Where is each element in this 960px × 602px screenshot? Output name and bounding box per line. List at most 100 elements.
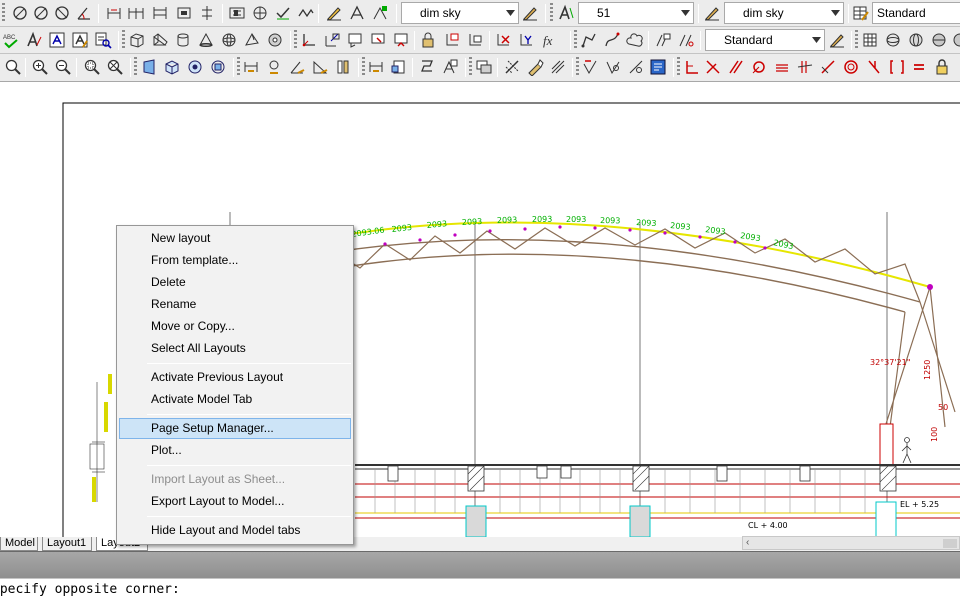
menu-item-hide-layout-and-model-tabs[interactable]: Hide Layout and Model tabs xyxy=(119,520,351,541)
zoom-extents-icon[interactable] xyxy=(105,57,125,77)
mirror-icon[interactable] xyxy=(726,57,746,77)
menu-item-activate-previous-layout[interactable]: Activate Previous Layout xyxy=(119,367,351,388)
ucs-zaxis-icon[interactable] xyxy=(442,30,462,50)
dim-linear2-icon[interactable] xyxy=(241,57,261,77)
box-icon[interactable] xyxy=(127,30,147,50)
scrollbar-thumb[interactable] xyxy=(943,539,957,548)
ucs-3point-icon[interactable] xyxy=(465,30,485,50)
match-prop-icon[interactable] xyxy=(548,57,568,77)
dim-radius-icon[interactable] xyxy=(333,57,353,77)
tolerance-icon[interactable] xyxy=(174,3,194,23)
measure-icon[interactable] xyxy=(580,57,600,77)
menu-item-page-setup-manager[interactable]: Page Setup Manager... xyxy=(119,418,351,439)
ucs-object-icon[interactable] xyxy=(345,30,365,50)
dim-linear-icon[interactable] xyxy=(150,3,170,23)
chevron-down-icon[interactable] xyxy=(503,3,518,23)
menu-item-from-template[interactable]: From template... xyxy=(119,250,351,271)
dim-baseline-icon[interactable] xyxy=(104,3,124,23)
table-style-icon[interactable] xyxy=(851,3,871,23)
view-grid-icon[interactable] xyxy=(860,30,880,50)
tablestyle-combo[interactable]: Standard xyxy=(705,29,825,51)
view-iso-icon[interactable] xyxy=(185,57,205,77)
ucs-view-icon[interactable] xyxy=(391,30,411,50)
ucs-x-icon[interactable] xyxy=(493,30,513,50)
ucs-origin-icon[interactable] xyxy=(418,30,438,50)
toolbar-grip[interactable] xyxy=(2,3,5,23)
shade-realistic-icon[interactable] xyxy=(906,30,926,50)
dim-update-icon[interactable] xyxy=(324,3,344,23)
chevron-down-icon[interactable] xyxy=(828,3,843,23)
toolbar-grip[interactable] xyxy=(550,3,553,23)
zoom-out-icon[interactable] xyxy=(53,57,73,77)
ucs-world-icon[interactable] xyxy=(322,30,342,50)
erase-icon[interactable] xyxy=(682,57,702,77)
toolbar-grip[interactable] xyxy=(134,57,137,77)
polyline-icon[interactable] xyxy=(579,30,599,50)
circle-icon[interactable] xyxy=(31,3,51,23)
stretch-icon[interactable] xyxy=(864,57,884,77)
equal-icon[interactable] xyxy=(909,57,929,77)
dimstyle-icon[interactable] xyxy=(347,3,367,23)
zoom-in-icon[interactable] xyxy=(30,57,50,77)
wedge-icon[interactable] xyxy=(150,30,170,50)
toolbar-grip[interactable] xyxy=(122,30,125,50)
cone-icon[interactable] xyxy=(196,30,216,50)
layer-freeze-icon[interactable] xyxy=(525,57,545,77)
insert-icon[interactable] xyxy=(389,57,409,77)
hatch-icon[interactable] xyxy=(417,57,437,77)
dim-ordinate-icon[interactable] xyxy=(310,57,330,77)
menu-item-import-layout-as-sheet[interactable]: Import Layout as Sheet... xyxy=(119,469,351,490)
text-edit-icon[interactable] xyxy=(70,30,90,50)
view-front-icon[interactable] xyxy=(139,57,159,77)
tab-model[interactable]: Model xyxy=(0,537,38,551)
chevron-down-icon[interactable] xyxy=(678,3,693,23)
revcloud-icon[interactable] xyxy=(625,30,645,50)
menu-item-activate-model-tab[interactable]: Activate Model Tab xyxy=(119,389,351,410)
lock-icon[interactable] xyxy=(932,57,952,77)
rotate-icon[interactable] xyxy=(818,57,838,77)
jogged-icon[interactable] xyxy=(250,3,270,23)
render-icon[interactable] xyxy=(676,30,696,50)
menu-item-new-layout[interactable]: New layout xyxy=(119,228,351,249)
horizontal-scrollbar[interactable]: ‹ xyxy=(742,536,960,550)
properties-icon[interactable] xyxy=(648,57,668,77)
dimstyle-manager-icon[interactable] xyxy=(520,3,540,23)
move-icon[interactable] xyxy=(795,57,815,77)
ucs-face-icon[interactable] xyxy=(368,30,388,50)
toolbar-grip[interactable] xyxy=(576,57,579,77)
spell-check-icon[interactable]: ABC xyxy=(1,30,21,50)
menu-item-rename[interactable]: Rename xyxy=(119,294,351,315)
region-icon[interactable] xyxy=(440,57,460,77)
toolbar-grip[interactable] xyxy=(574,30,577,50)
layer-off-icon[interactable] xyxy=(502,57,522,77)
toolbar-grip[interactable] xyxy=(237,57,240,77)
menu-item-delete[interactable]: Delete xyxy=(119,272,351,293)
torus-icon[interactable] xyxy=(265,30,285,50)
mtext-icon[interactable] xyxy=(47,30,67,50)
table-icon[interactable] xyxy=(653,30,673,50)
toolbar-grip[interactable] xyxy=(855,30,858,50)
chevron-left-icon[interactable]: ‹ xyxy=(746,537,749,549)
block-icon[interactable] xyxy=(366,57,386,77)
center-mark-icon[interactable] xyxy=(197,3,217,23)
tablestyle-manager-icon[interactable] xyxy=(827,30,847,50)
scale-icon[interactable] xyxy=(841,57,861,77)
trim-icon[interactable] xyxy=(887,57,907,77)
zoom-realtime-icon[interactable] xyxy=(3,57,23,77)
dim-aligned-icon[interactable] xyxy=(264,57,284,77)
text-height-combo[interactable]: 51 xyxy=(578,2,694,24)
inspect-icon[interactable] xyxy=(227,3,247,23)
arc-icon[interactable] xyxy=(10,3,30,23)
toolbar-grip[interactable] xyxy=(677,57,680,77)
shade-icon[interactable] xyxy=(883,30,903,50)
text-style-icon[interactable] xyxy=(556,3,576,23)
locate-icon[interactable] xyxy=(626,57,646,77)
sphere-icon[interactable] xyxy=(219,30,239,50)
toolbar-grip[interactable] xyxy=(294,30,297,50)
dim-angular-icon[interactable] xyxy=(287,57,307,77)
dimstyle2-combo[interactable]: dim sky xyxy=(724,2,844,24)
copy-icon[interactable] xyxy=(703,57,723,77)
spline-icon[interactable] xyxy=(602,30,622,50)
offset-icon[interactable] xyxy=(749,57,769,77)
dim-override-icon[interactable] xyxy=(370,3,390,23)
